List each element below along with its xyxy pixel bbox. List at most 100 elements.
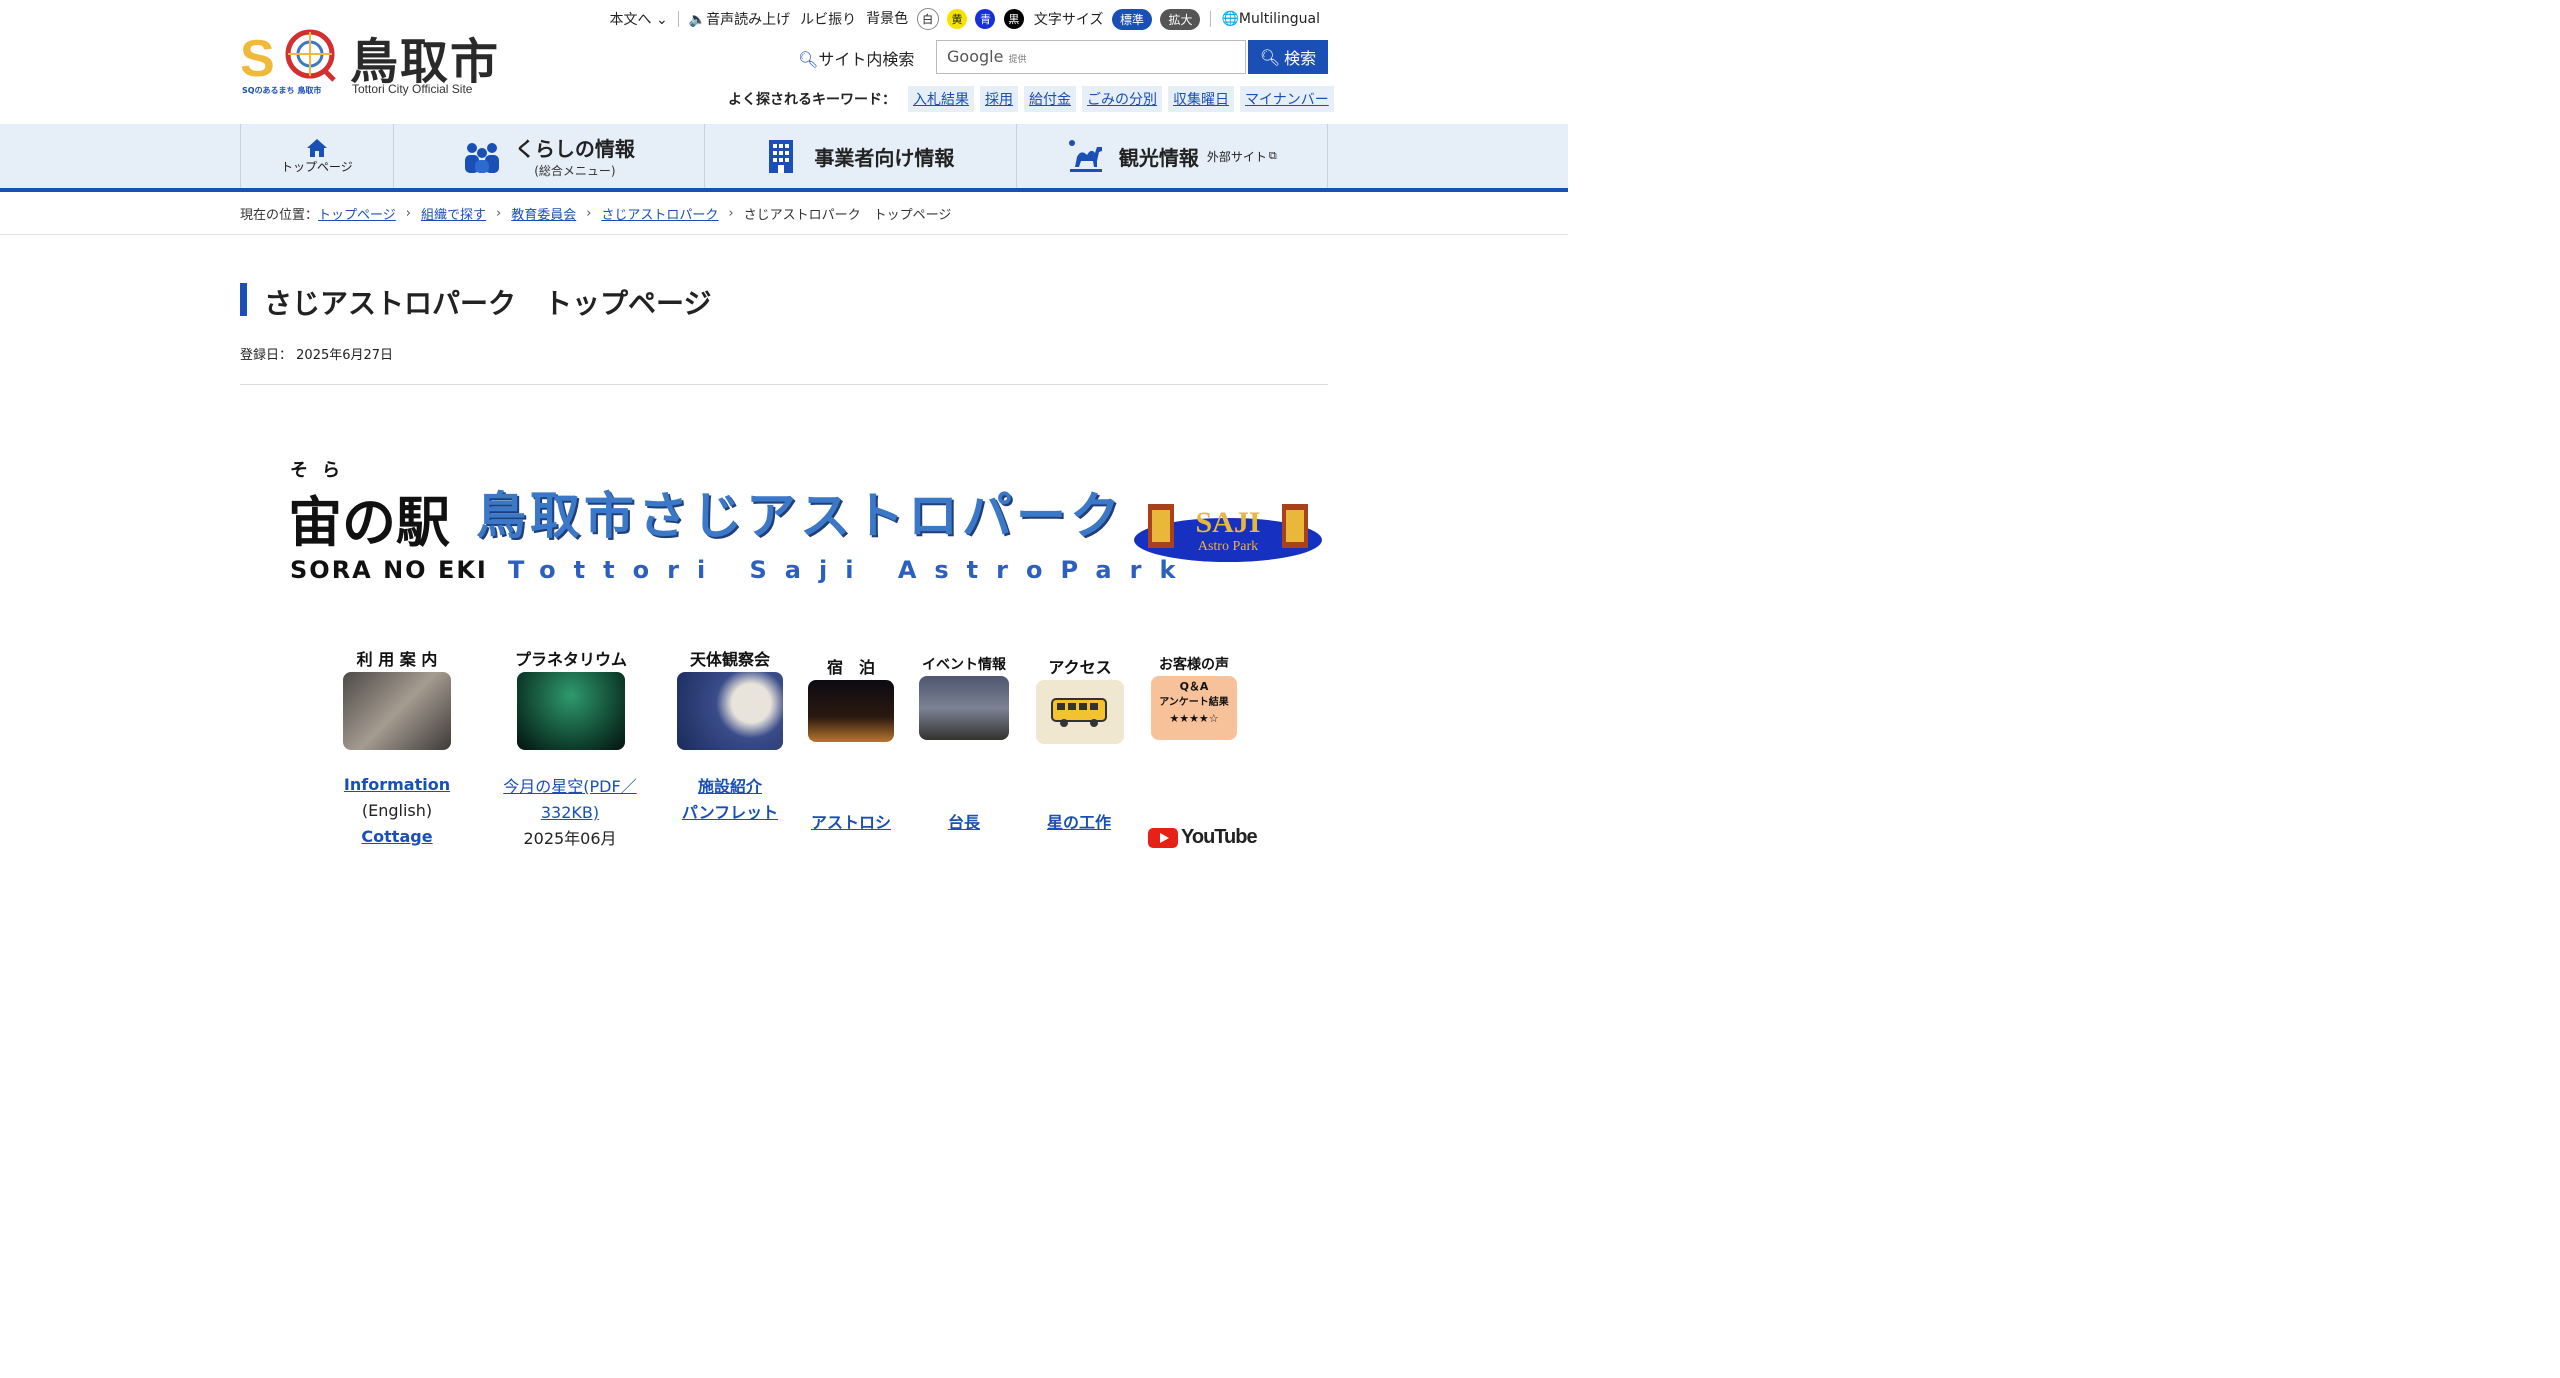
- starsky-pdf-link[interactable]: 今月の星空(PDF／: [503, 777, 636, 796]
- tile-guide[interactable]: 利 用 案 内: [336, 646, 458, 750]
- director-links: 台長: [914, 810, 1014, 836]
- svg-text:S: S: [240, 30, 275, 88]
- pamphlet-link[interactable]: パンフレット: [682, 803, 778, 822]
- youtube-link[interactable]: YouTube: [1148, 826, 1258, 849]
- nav-home-label: トップページ: [280, 159, 353, 174]
- breadcrumb-link[interactable]: 組織で探す: [421, 204, 486, 223]
- tile-events[interactable]: イベント情報: [914, 654, 1014, 740]
- nav-business[interactable]: 事業者向け情報: [704, 124, 1015, 188]
- skip-to-content-link[interactable]: 本文へ ⌄: [609, 9, 667, 29]
- bg-yellow-button[interactable]: 黄: [947, 9, 968, 29]
- site-search-label: 🔍︎サイト内検索: [798, 50, 915, 69]
- keywords-label: よく探されるキーワード：: [728, 92, 896, 108]
- svg-text:SAJI: SAJI: [1195, 506, 1260, 539]
- building-icon: [769, 140, 794, 173]
- survey-card-text: Q＆A: [1179, 680, 1209, 693]
- camel-icon: [1068, 140, 1102, 172]
- keyword-link[interactable]: 採用: [980, 86, 1018, 112]
- globe-icon: 🌐: [1221, 11, 1239, 27]
- information-link[interactable]: Information: [344, 775, 450, 794]
- divider: [0, 234, 1568, 235]
- people-icon: [464, 143, 499, 173]
- font-large-button[interactable]: 拡大: [1160, 8, 1201, 30]
- search-button[interactable]: 🔍︎ 検索: [1248, 40, 1328, 74]
- global-nav: トップページ くらしの情報 (総合メニュー) 事業者向け情報 観光情報 外部サイ…: [0, 124, 1568, 192]
- rating-stars: ★★★★☆: [1169, 712, 1219, 725]
- lobby-photo: [343, 672, 451, 750]
- breadcrumb: 現在の位置： トップページ › 組織で探す › 教育委員会 › さじアストロパー…: [240, 204, 951, 223]
- tile-observation[interactable]: 天体観察会: [670, 646, 790, 750]
- svg-text:Astro Park: Astro Park: [1198, 539, 1258, 554]
- banner-romaji: SORA NO EKI: [290, 556, 488, 584]
- tile-label: アクセス: [1048, 658, 1112, 677]
- bg-black-button[interactable]: 黒: [1003, 9, 1024, 29]
- external-link-icon: ⧉: [1268, 149, 1277, 162]
- voice-reader-button[interactable]: 🔈音声読み上げ: [689, 9, 790, 29]
- saji-astropark-logo: SAJI Astro Park: [1134, 504, 1322, 562]
- bg-color-label: 背景色: [866, 11, 909, 27]
- chevron-down-icon: ⌄: [655, 12, 668, 28]
- divider: [1210, 11, 1212, 27]
- facility-links: 施設紹介 パンフレット: [670, 774, 790, 826]
- divider: [240, 384, 1328, 385]
- nav-business-title: 事業者向け情報: [814, 145, 955, 170]
- chevron-right-icon: ›: [586, 206, 592, 221]
- nav-tourism-title: 観光情報: [1118, 145, 1199, 170]
- keyword-link[interactable]: マイナンバー: [1240, 86, 1334, 112]
- speaker-icon: 🔈: [688, 12, 707, 28]
- tile-label: イベント情報: [922, 657, 1006, 673]
- site-logo[interactable]: S SQのあるまち 鳥取市 鳥取市 Tottori City Official …: [240, 22, 540, 102]
- nav-home[interactable]: トップページ: [240, 124, 393, 188]
- keyword-link[interactable]: 給付金: [1024, 86, 1076, 112]
- planetarium-photo: [517, 672, 625, 750]
- search-input[interactable]: Google 提供: [936, 40, 1246, 74]
- survey-card: Q＆A アンケート結果 ★★★★☆: [1151, 676, 1237, 740]
- tile-label: お客様の声: [1159, 657, 1229, 673]
- font-standard-button[interactable]: 標準: [1111, 8, 1152, 30]
- breadcrumb-label: 現在の位置：: [240, 208, 319, 223]
- logo-tagline: SQのあるまち 鳥取市: [242, 86, 322, 95]
- tile-planetarium[interactable]: プラネタリウム: [508, 646, 634, 750]
- director-link[interactable]: 台長: [948, 813, 980, 832]
- chevron-right-icon: ›: [495, 206, 502, 221]
- registered-date: 登録日： 2025年6月27日: [240, 348, 394, 363]
- tile-lodging[interactable]: 宿 泊: [806, 654, 896, 742]
- astroshi-links: アストロシ: [800, 810, 902, 836]
- bg-blue-button[interactable]: 青: [975, 9, 996, 29]
- bg-white-button[interactable]: 白: [916, 8, 939, 30]
- search-icon: 🔍︎: [1259, 47, 1281, 67]
- tile-label: 天体観察会: [689, 650, 770, 669]
- logo-english: Tottori City Official Site: [352, 82, 473, 96]
- tile-voices[interactable]: お客様の声 Q＆A アンケート結果 ★★★★☆: [1148, 654, 1240, 740]
- nav-life-sub: (総合メニュー): [534, 164, 616, 178]
- divider: [677, 11, 679, 27]
- keyword-link[interactable]: 入札結果: [908, 86, 974, 112]
- youtube-icon: [1148, 827, 1178, 848]
- page-title: さじアストロパーク トップページ: [264, 287, 712, 320]
- nav-life[interactable]: くらしの情報 (総合メニュー): [392, 124, 704, 188]
- multilingual-button[interactable]: 🌐Multilingual: [1221, 11, 1320, 27]
- chevron-right-icon: ›: [405, 206, 411, 221]
- popular-keywords: よく探されるキーワード： 入札結果 採用 給付金 ごみの分別 収集曜日 マイナン…: [728, 86, 1334, 112]
- survey-card-text: アンケート結果: [1159, 697, 1229, 708]
- tile-access[interactable]: アクセス: [1032, 654, 1128, 744]
- cottage-link[interactable]: Cottage: [361, 827, 432, 846]
- facility-link[interactable]: 施設紹介: [698, 777, 762, 796]
- keyword-link[interactable]: ごみの分別: [1082, 86, 1162, 112]
- starsky-pdf-size[interactable]: 332KB): [541, 803, 599, 822]
- breadcrumb-link[interactable]: さじアストロパーク: [601, 204, 718, 223]
- font-size-group: 文字サイズ 標準 拡大: [1034, 8, 1201, 30]
- tile-label: 宿 泊: [826, 658, 875, 677]
- breadcrumb-link[interactable]: 教育委員会: [511, 204, 576, 223]
- ruby-button[interactable]: ルビ振り: [800, 9, 856, 29]
- search-placeholder-brand: Google: [947, 47, 1004, 66]
- utility-bar: 本文へ ⌄ 🔈音声読み上げ ルビ振り 背景色 白 黄 青 黒 文字サイズ 標準 …: [599, 8, 1320, 30]
- astroshi-link[interactable]: アストロシ: [811, 813, 891, 832]
- breadcrumb-link[interactable]: トップページ: [318, 204, 396, 223]
- chevron-right-icon: ›: [728, 206, 734, 221]
- astropark-banner: そら 宙の駅 SORA NO EKI 鳥取市さじアストロパーク Tottori …: [280, 452, 1330, 602]
- bus-icon: [1036, 680, 1124, 744]
- star-craft-link[interactable]: 星の工作: [1047, 813, 1111, 832]
- nav-tourism[interactable]: 観光情報 外部サイト ⧉: [1015, 124, 1328, 188]
- keyword-link[interactable]: 収集曜日: [1168, 86, 1234, 112]
